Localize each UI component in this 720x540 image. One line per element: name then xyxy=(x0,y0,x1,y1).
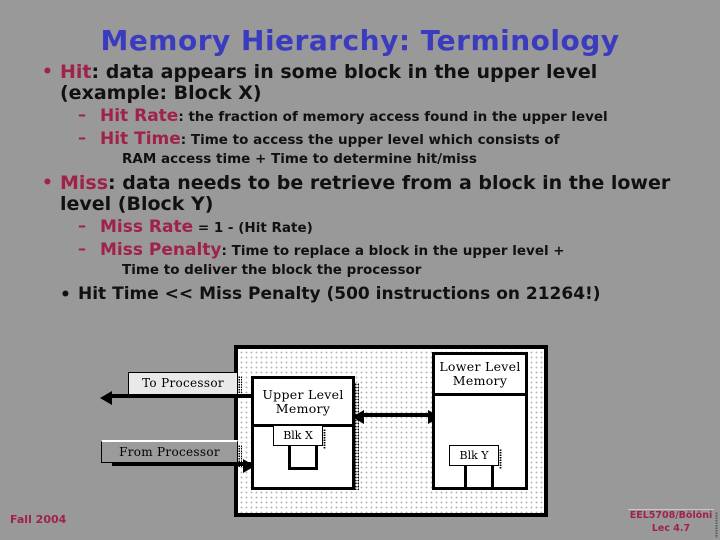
block-y-label: Blk Y xyxy=(449,445,502,469)
subbullet-miss-rate: – Miss Rate = 1 - (Hit Rate) xyxy=(30,216,695,238)
subbullet-miss-penalty: – Miss Penalty: Time to replace a block i… xyxy=(30,239,695,261)
subbullet-miss-penalty-sep: : xyxy=(221,243,232,260)
dash-marker-icon: – xyxy=(78,128,86,148)
page-title: Memory Hierarchy: Terminology xyxy=(100,24,620,57)
subbullet-hit-time-continuation: RAM access time + Time to determine hit/… xyxy=(122,151,477,168)
bullet-miss-text: data needs to be retrieve from a block i… xyxy=(60,172,671,215)
from-processor-label: From Processor xyxy=(101,440,242,467)
subbullet-miss-penalty-continuation: Time to deliver the block the processor xyxy=(122,262,422,279)
footer-course-info: EEL5708/Bölöni Lec 4.7 xyxy=(628,509,718,538)
slide: Memory Hierarchy: Terminology • Hit: data… xyxy=(0,0,720,540)
bullet-hit-sep: : xyxy=(91,61,106,83)
block-y-bracket-icon xyxy=(464,463,494,490)
memory-hierarchy-diagram: To Processor From Processor Upper Level … xyxy=(0,340,720,530)
subbullet-hit-rate-sep: : xyxy=(178,109,189,126)
lower-level-memory-label: Lower Level Memory xyxy=(432,352,528,396)
bullet-hit-key: Hit xyxy=(60,61,92,83)
subbullet-miss-penalty-key: Miss Penalty xyxy=(100,240,222,261)
footer-date: Fall 2004 xyxy=(10,513,67,526)
bullet-miss: • Miss: data needs to be retrieve from a … xyxy=(30,173,695,214)
subbullet-hit-time-text: Time to access the upper level which con… xyxy=(190,132,560,149)
subbullet-hit-time-sep: : xyxy=(180,132,191,149)
subbullet-miss-penalty-text: Time to replace a block in the upper lev… xyxy=(231,243,565,260)
level-transfer-arrow-line xyxy=(360,413,438,417)
subbullet-hit-rate-key: Hit Rate xyxy=(100,106,179,127)
subbullet-miss-rate-key: Miss Rate xyxy=(100,217,194,238)
bullet-hit-text: data appears in some block in the upper … xyxy=(60,61,598,104)
bullet-miss-key: Miss xyxy=(60,172,109,195)
to-processor-label: To Processor xyxy=(128,372,242,398)
bullet-marker-icon: • xyxy=(42,173,53,194)
bullet-hit: • Hit: data appears in some block in the … xyxy=(30,62,695,103)
subbullet-miss-rate-text: = 1 - (Hit Rate) xyxy=(197,220,313,237)
bullet-marker-icon: • xyxy=(42,62,53,83)
upper-level-memory-label: Upper Level Memory xyxy=(254,379,352,427)
bullet-marker-icon: • xyxy=(60,284,71,305)
to-processor-arrow-head-icon xyxy=(100,391,112,405)
bullet-hit-time-vs-miss-penalty: • Hit Time << Miss Penalty (500 instructi… xyxy=(30,283,695,305)
subbullet-hit-time-key: Hit Time xyxy=(100,129,181,150)
subbullet-hit-time: – Hit Time: Time to access the upper leve… xyxy=(30,128,695,150)
block-x-label: Blk X xyxy=(273,425,326,449)
footer-course-code: EEL5708/Bölöni xyxy=(629,510,713,522)
subbullet-hit-rate-text: the fraction of memory access found in t… xyxy=(188,109,608,126)
block-x-bracket-icon xyxy=(288,443,318,470)
dash-marker-icon: – xyxy=(78,216,86,236)
bullet-hit-time-vs-miss-penalty-text: Hit Time << Miss Penalty (500 instructio… xyxy=(78,283,601,304)
dash-marker-icon: – xyxy=(78,105,86,125)
bullet-miss-sep: : xyxy=(108,172,123,195)
dash-marker-icon: – xyxy=(78,239,86,259)
subbullet-hit-rate: – Hit Rate: the fraction of memory access… xyxy=(30,105,695,127)
footer-lecture-number: Lec 4.7 xyxy=(651,523,691,535)
slide-body: • Hit: data appears in some block in the … xyxy=(30,62,695,305)
